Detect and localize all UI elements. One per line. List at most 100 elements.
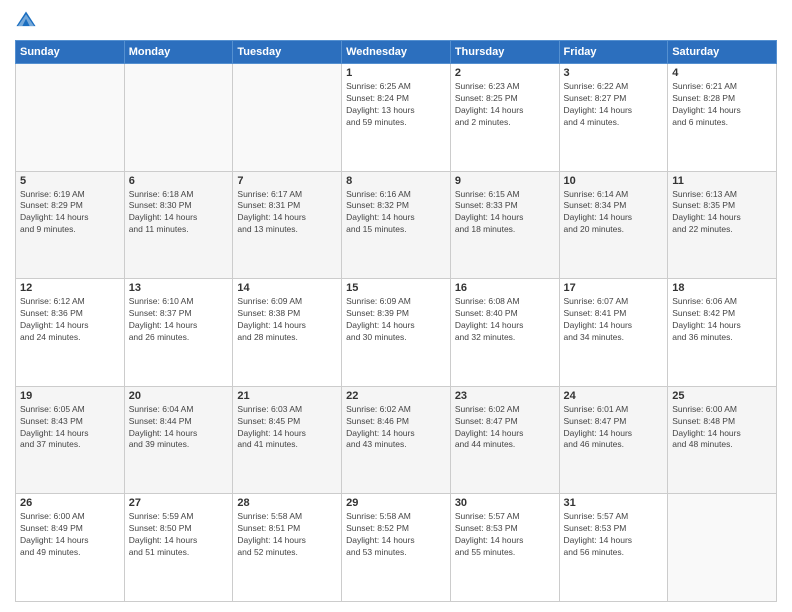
col-monday: Monday [124, 41, 233, 64]
day-info: Sunrise: 6:03 AM Sunset: 8:45 PM Dayligh… [237, 404, 337, 452]
day-number: 23 [455, 390, 555, 402]
col-tuesday: Tuesday [233, 41, 342, 64]
day-number: 15 [346, 282, 446, 294]
day-number: 6 [129, 175, 229, 187]
day-info: Sunrise: 5:57 AM Sunset: 8:53 PM Dayligh… [564, 511, 664, 559]
day-info: Sunrise: 6:22 AM Sunset: 8:27 PM Dayligh… [564, 81, 664, 129]
table-row: 21 Sunrise: 6:03 AM Sunset: 8:45 PM Dayli… [233, 386, 342, 494]
day-number: 9 [455, 175, 555, 187]
col-sunday: Sunday [16, 41, 125, 64]
day-info: Sunrise: 6:23 AM Sunset: 8:25 PM Dayligh… [455, 81, 555, 129]
day-info: Sunrise: 6:15 AM Sunset: 8:33 PM Dayligh… [455, 189, 555, 237]
day-number: 25 [672, 390, 772, 402]
logo [15, 10, 39, 32]
day-number: 13 [129, 282, 229, 294]
table-row: 6Sunrise: 6:18 AM Sunset: 8:30 PM Daylig… [124, 171, 233, 279]
table-row: 13 Sunrise: 6:10 AM Sunset: 8:37 PM Dayli… [124, 279, 233, 387]
table-row: 8 Sunrise: 6:16 AM Sunset: 8:32 PM Daylig… [342, 171, 451, 279]
table-row: 24 Sunrise: 6:01 AM Sunset: 8:47 PM Dayli… [559, 386, 668, 494]
logo-icon [15, 10, 37, 32]
day-info: Sunrise: 6:07 AM Sunset: 8:41 PM Dayligh… [564, 296, 664, 344]
day-info: Sunrise: 6:08 AM Sunset: 8:40 PM Dayligh… [455, 296, 555, 344]
day-info: Sunrise: 6:01 AM Sunset: 8:47 PM Dayligh… [564, 404, 664, 452]
calendar-header-row: Sunday Monday Tuesday Wednesday Thursday… [16, 41, 777, 64]
day-number: 28 [237, 497, 337, 509]
table-row: 23 Sunrise: 6:02 AM Sunset: 8:47 PM Dayli… [450, 386, 559, 494]
table-row: 9 Sunrise: 6:15 AM Sunset: 8:33 PM Daylig… [450, 171, 559, 279]
day-info: Sunrise: 6:05 AM Sunset: 8:43 PM Dayligh… [20, 404, 120, 452]
day-info: Sunrise: 6:02 AM Sunset: 8:47 PM Dayligh… [455, 404, 555, 452]
table-row: 10 Sunrise: 6:14 AM Sunset: 8:34 PM Dayli… [559, 171, 668, 279]
table-row [668, 494, 777, 602]
day-number: 14 [237, 282, 337, 294]
table-row: 30Sunrise: 5:57 AM Sunset: 8:53 PM Dayli… [450, 494, 559, 602]
table-row: 1Sunrise: 6:25 AM Sunset: 8:24 PM Daylig… [342, 64, 451, 172]
day-info: Sunrise: 6:13 AM Sunset: 8:35 PM Dayligh… [672, 189, 772, 237]
day-number: 3 [564, 67, 664, 79]
day-number: 4 [672, 67, 772, 79]
day-info: Sunrise: 6:16 AM Sunset: 8:32 PM Dayligh… [346, 189, 446, 237]
day-number: 20 [129, 390, 229, 402]
day-info: Sunrise: 6:25 AM Sunset: 8:24 PM Dayligh… [346, 81, 446, 129]
table-row: 27 Sunrise: 5:59 AM Sunset: 8:50 PM Dayli… [124, 494, 233, 602]
day-info: Sunrise: 5:59 AM Sunset: 8:50 PM Dayligh… [129, 511, 229, 559]
table-row: 3 Sunrise: 6:22 AM Sunset: 8:27 PM Daylig… [559, 64, 668, 172]
table-row: 16 Sunrise: 6:08 AM Sunset: 8:40 PM Dayli… [450, 279, 559, 387]
day-info: Sunrise: 6:04 AM Sunset: 8:44 PM Dayligh… [129, 404, 229, 452]
table-row: 25 Sunrise: 6:00 AM Sunset: 8:48 PM Dayli… [668, 386, 777, 494]
day-info: Sunrise: 5:58 AM Sunset: 8:51 PM Dayligh… [237, 511, 337, 559]
day-info: Sunrise: 6:09 AM Sunset: 8:39 PM Dayligh… [346, 296, 446, 344]
table-row: 22 Sunrise: 6:02 AM Sunset: 8:46 PM Dayli… [342, 386, 451, 494]
day-number: 29 [346, 497, 446, 509]
table-row: 4 Sunrise: 6:21 AM Sunset: 8:28 PM Daylig… [668, 64, 777, 172]
calendar-week-row: 12Sunrise: 6:12 AM Sunset: 8:36 PM Dayli… [16, 279, 777, 387]
day-number: 17 [564, 282, 664, 294]
day-info: Sunrise: 6:17 AM Sunset: 8:31 PM Dayligh… [237, 189, 337, 237]
day-info: Sunrise: 6:21 AM Sunset: 8:28 PM Dayligh… [672, 81, 772, 129]
calendar-week-row: 19Sunrise: 6:05 AM Sunset: 8:43 PM Dayli… [16, 386, 777, 494]
table-row: 19Sunrise: 6:05 AM Sunset: 8:43 PM Dayli… [16, 386, 125, 494]
table-row: 20 Sunrise: 6:04 AM Sunset: 8:44 PM Dayli… [124, 386, 233, 494]
col-thursday: Thursday [450, 41, 559, 64]
page: Sunday Monday Tuesday Wednesday Thursday… [0, 0, 792, 612]
day-number: 10 [564, 175, 664, 187]
day-number: 24 [564, 390, 664, 402]
table-row [124, 64, 233, 172]
day-info: Sunrise: 6:02 AM Sunset: 8:46 PM Dayligh… [346, 404, 446, 452]
day-number: 27 [129, 497, 229, 509]
day-number: 7 [237, 175, 337, 187]
day-number: 18 [672, 282, 772, 294]
day-number: 22 [346, 390, 446, 402]
day-info: Sunrise: 6:00 AM Sunset: 8:48 PM Dayligh… [672, 404, 772, 452]
day-info: Sunrise: 6:14 AM Sunset: 8:34 PM Dayligh… [564, 189, 664, 237]
day-number: 16 [455, 282, 555, 294]
day-number: 26 [20, 497, 120, 509]
table-row: 5Sunrise: 6:19 AM Sunset: 8:29 PM Daylig… [16, 171, 125, 279]
day-info: Sunrise: 6:10 AM Sunset: 8:37 PM Dayligh… [129, 296, 229, 344]
table-row: 18 Sunrise: 6:06 AM Sunset: 8:42 PM Dayli… [668, 279, 777, 387]
table-row: 29 Sunrise: 5:58 AM Sunset: 8:52 PM Dayli… [342, 494, 451, 602]
day-number: 5 [20, 175, 120, 187]
header [15, 10, 777, 32]
col-saturday: Saturday [668, 41, 777, 64]
calendar-week-row: 26Sunrise: 6:00 AM Sunset: 8:49 PM Dayli… [16, 494, 777, 602]
table-row: 14Sunrise: 6:09 AM Sunset: 8:38 PM Dayli… [233, 279, 342, 387]
table-row [233, 64, 342, 172]
day-number: 8 [346, 175, 446, 187]
day-info: Sunrise: 5:58 AM Sunset: 8:52 PM Dayligh… [346, 511, 446, 559]
day-number: 21 [237, 390, 337, 402]
calendar-week-row: 1Sunrise: 6:25 AM Sunset: 8:24 PM Daylig… [16, 64, 777, 172]
day-number: 31 [564, 497, 664, 509]
day-number: 2 [455, 67, 555, 79]
table-row [16, 64, 125, 172]
table-row: 2 Sunrise: 6:23 AM Sunset: 8:25 PM Daylig… [450, 64, 559, 172]
day-info: Sunrise: 6:06 AM Sunset: 8:42 PM Dayligh… [672, 296, 772, 344]
calendar-table: Sunday Monday Tuesday Wednesday Thursday… [15, 40, 777, 602]
day-info: Sunrise: 6:12 AM Sunset: 8:36 PM Dayligh… [20, 296, 120, 344]
table-row: 31 Sunrise: 5:57 AM Sunset: 8:53 PM Dayli… [559, 494, 668, 602]
table-row: 7 Sunrise: 6:17 AM Sunset: 8:31 PM Daylig… [233, 171, 342, 279]
day-number: 30 [455, 497, 555, 509]
day-number: 11 [672, 175, 772, 187]
table-row: 26Sunrise: 6:00 AM Sunset: 8:49 PM Dayli… [16, 494, 125, 602]
col-wednesday: Wednesday [342, 41, 451, 64]
